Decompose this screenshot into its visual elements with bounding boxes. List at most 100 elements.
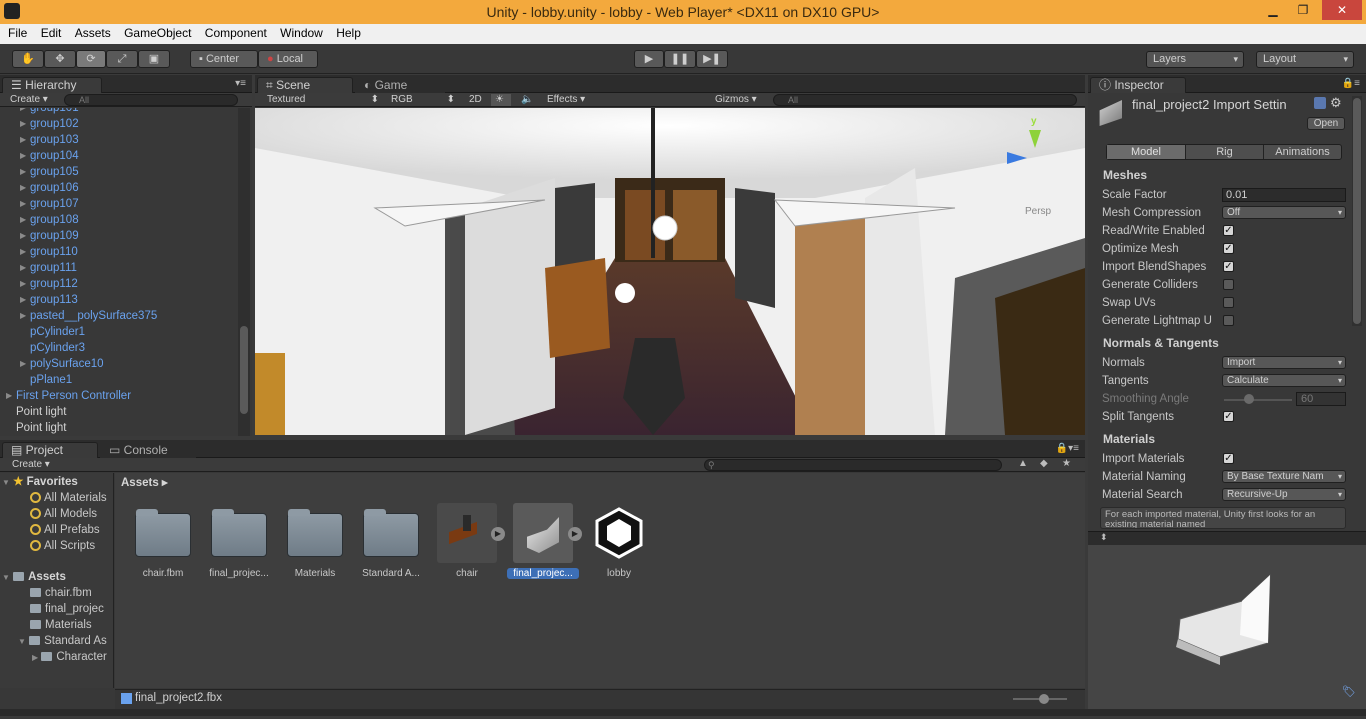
rect-tool-icon[interactable]: ▣ xyxy=(138,50,170,68)
panel-menu-icon[interactable]: ▾≡ xyxy=(235,78,246,89)
tangents-dropdown[interactable]: Calculate xyxy=(1222,374,1346,387)
import-blendshapes-checkbox[interactable]: ✓ xyxy=(1223,261,1234,272)
gear-icon[interactable]: ⚙ xyxy=(1330,95,1342,111)
lock-icon[interactable]: 🔒≡ xyxy=(1342,78,1360,89)
tree-folder-final-project[interactable]: final_projec xyxy=(30,601,104,617)
tree-folder-chair-fbm[interactable]: chair.fbm xyxy=(30,585,92,601)
unity-scene-icon[interactable] xyxy=(591,505,647,561)
scene-orientation-gizmo[interactable]: y Persp xyxy=(1003,116,1063,217)
folder-icon[interactable] xyxy=(363,509,419,557)
move-tool-icon[interactable]: ✥ xyxy=(44,50,76,68)
generate-colliders-checkbox[interactable] xyxy=(1223,279,1234,290)
expand-arrow-icon[interactable]: ▶ xyxy=(20,196,26,212)
filter-label-icon[interactable]: ◆ xyxy=(1040,458,1048,469)
inspector-scroll-thumb[interactable] xyxy=(1353,98,1361,324)
folder-icon[interactable] xyxy=(287,509,343,557)
import-materials-checkbox[interactable]: ✓ xyxy=(1223,453,1234,464)
tab-project[interactable]: ▤ Project xyxy=(2,442,98,458)
favorite-all-models[interactable]: All Models xyxy=(30,506,97,522)
play-button[interactable]: ▶ xyxy=(634,50,664,68)
close-icon[interactable]: ✕ xyxy=(1322,0,1362,20)
expand-arrow-icon[interactable]: ▶ xyxy=(20,148,26,164)
render-mode-dropdown[interactable]: RGB ⬍ xyxy=(387,94,459,106)
inspector-scrollbar[interactable] xyxy=(1352,96,1362,326)
expand-arrow-icon[interactable]: ▶ xyxy=(20,108,26,116)
menu-edit[interactable]: Edit xyxy=(37,24,66,42)
expand-model-icon[interactable]: ▶ xyxy=(491,527,505,541)
split-tangents-checkbox[interactable]: ✓ xyxy=(1223,411,1234,422)
expand-arrow-icon[interactable]: ▶ xyxy=(20,356,26,372)
menu-file[interactable]: File xyxy=(4,24,31,42)
tab-game[interactable]: ◐ Game xyxy=(355,77,445,93)
menu-help[interactable]: Help xyxy=(332,24,365,42)
preview-splitter[interactable]: ⬍ xyxy=(1088,531,1366,545)
smoothing-slider-track[interactable] xyxy=(1224,399,1292,401)
folder-icon[interactable] xyxy=(211,509,267,557)
scale-factor-input[interactable]: 0.01 xyxy=(1222,188,1346,202)
menu-window[interactable]: Window xyxy=(276,24,327,42)
expand-arrow-icon[interactable]: ▶ xyxy=(20,164,26,180)
open-button[interactable]: Open xyxy=(1307,117,1345,130)
scene-search-input[interactable]: All xyxy=(773,94,1077,106)
generate-lightmap-checkbox[interactable] xyxy=(1223,315,1234,326)
expand-arrow-icon[interactable]: ▶ xyxy=(20,308,26,324)
menu-assets[interactable]: Assets xyxy=(71,24,115,42)
rotate-tool-icon[interactable]: ⟳ xyxy=(76,50,106,68)
tab-model[interactable]: Model xyxy=(1107,145,1185,159)
pivot-center-toggle[interactable]: ▪ Center xyxy=(190,50,258,68)
assets-breadcrumb[interactable]: Assets ▸ xyxy=(121,475,168,489)
hierarchy-create-dropdown[interactable]: Create ▾ xyxy=(6,94,48,106)
effects-dropdown[interactable]: Effects ▾ xyxy=(543,94,597,106)
tab-hierarchy[interactable]: ☰ Hierarchy xyxy=(2,77,102,93)
gizmos-dropdown[interactable]: Gizmos ▾ xyxy=(711,94,763,106)
expand-arrow-icon[interactable]: ▶ xyxy=(20,116,26,132)
tree-folder-materials[interactable]: Materials xyxy=(30,617,92,633)
tree-folder-character[interactable]: ▶ Character xyxy=(32,649,107,665)
expand-model-icon[interactable]: ▶ xyxy=(568,527,582,541)
normals-dropdown[interactable]: Import xyxy=(1222,356,1346,369)
tag-icon[interactable]: 🏷 xyxy=(1342,685,1356,698)
smoothing-slider-thumb[interactable] xyxy=(1243,394,1254,404)
tab-rig[interactable]: Rig xyxy=(1185,145,1263,159)
model-preview[interactable]: 🏷 xyxy=(1088,545,1366,716)
hierarchy-scrollbar[interactable] xyxy=(238,108,250,436)
optimize-mesh-checkbox[interactable]: ✓ xyxy=(1223,243,1234,254)
expand-arrow-icon[interactable]: ▶ xyxy=(20,276,26,292)
project-search-input[interactable]: ⚲ xyxy=(704,459,1002,471)
layout-dropdown[interactable]: Layout xyxy=(1256,51,1354,68)
expand-arrow-icon[interactable]: ▶ xyxy=(20,228,26,244)
tab-inspector[interactable]: ⓘ Inspector xyxy=(1090,77,1186,93)
step-button[interactable]: ▶❚ xyxy=(696,50,728,68)
expand-arrow-icon[interactable]: ▶ xyxy=(20,212,26,228)
folder-icon[interactable] xyxy=(135,509,191,557)
chair-model-icon[interactable] xyxy=(437,503,497,563)
material-search-dropdown[interactable]: Recursive-Up xyxy=(1222,488,1346,501)
layers-dropdown[interactable]: Layers xyxy=(1146,51,1244,68)
icon-size-slider[interactable] xyxy=(1013,694,1067,704)
tree-folder-standard-assets[interactable]: ▼ Standard As xyxy=(18,633,107,649)
filter-type-icon[interactable]: ▲ xyxy=(1018,458,1028,469)
project-create-dropdown[interactable]: Create ▾ xyxy=(8,459,50,471)
hand-tool-icon[interactable]: ✋ xyxy=(12,50,44,68)
icon-size-slider-thumb[interactable] xyxy=(1039,694,1049,704)
material-naming-dropdown[interactable]: By Base Texture Nam xyxy=(1222,470,1346,483)
tab-console[interactable]: ▭ Console xyxy=(100,442,196,458)
expand-arrow-icon[interactable]: ▶ xyxy=(20,292,26,308)
favorite-all-prefabs[interactable]: All Prefabs xyxy=(30,522,100,538)
expand-arrow-icon[interactable]: ▶ xyxy=(20,180,26,196)
minimize-icon[interactable]: ▁ xyxy=(1258,0,1288,20)
scene-audio-icon[interactable]: 🔈 xyxy=(517,94,539,106)
help-book-icon[interactable] xyxy=(1314,97,1326,109)
tab-scene[interactable]: ⌗ Scene xyxy=(257,77,353,93)
pivot-local-toggle[interactable]: ● Local xyxy=(258,50,318,68)
expand-arrow-icon[interactable]: ▶ xyxy=(20,132,26,148)
maximize-icon[interactable]: ❐ xyxy=(1288,0,1318,20)
scene-lighting-icon[interactable]: ☀ xyxy=(491,94,511,106)
favorite-star-icon[interactable]: ★ xyxy=(1062,458,1071,469)
favorites-node[interactable]: ▼ ★ Favorites xyxy=(2,474,78,490)
2d-toggle[interactable]: 2D xyxy=(465,94,489,106)
hierarchy-scroll-thumb[interactable] xyxy=(240,326,248,414)
gizmo-y-axis-icon[interactable] xyxy=(1029,130,1041,148)
assets-node[interactable]: ▼ Assets xyxy=(2,569,66,585)
favorite-all-scripts[interactable]: All Scripts xyxy=(30,538,95,554)
